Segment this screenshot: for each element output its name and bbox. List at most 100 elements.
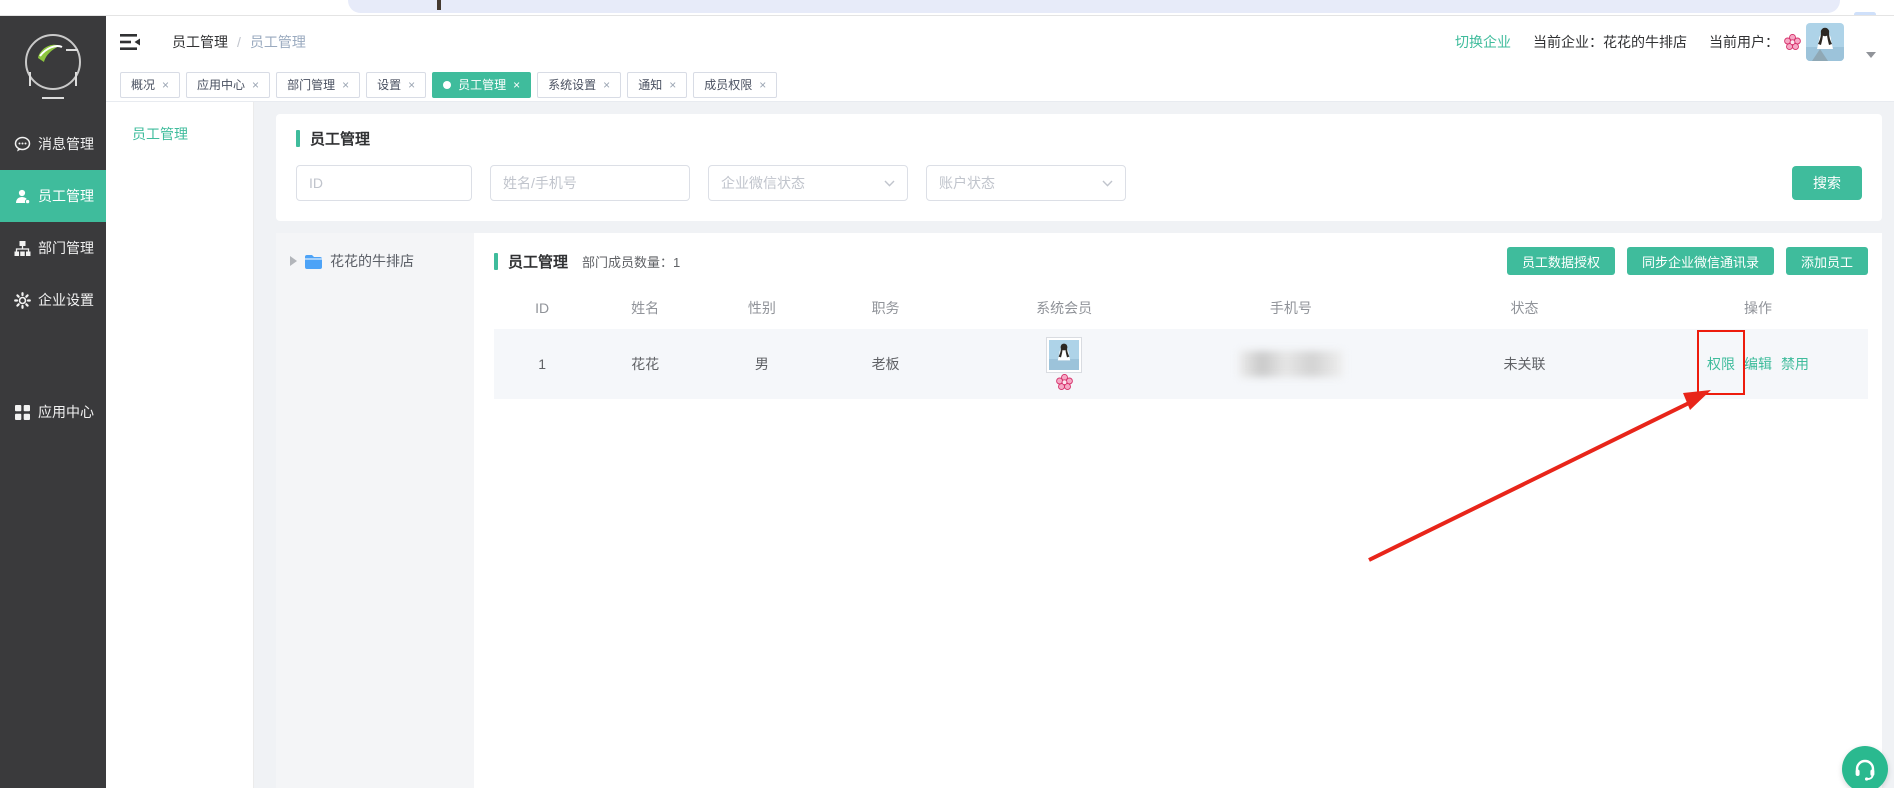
collapse-menu-icon[interactable] (120, 33, 142, 51)
account-status-select[interactable]: 账户状态 (926, 165, 1126, 201)
sidebar-item-label: 员工管理 (38, 186, 94, 206)
tab-overview[interactable]: 概况× (120, 72, 180, 98)
tab-app-center[interactable]: 应用中心× (186, 72, 270, 98)
close-icon[interactable]: × (162, 79, 169, 91)
column-header-id: ID (494, 300, 590, 316)
browser-chrome-strip (0, 0, 1894, 16)
search-panel: 员工管理 企业微信状态 账户状态 (276, 114, 1882, 221)
sidebar-item-departments[interactable]: 部门管理 (0, 222, 106, 274)
column-header-status: 状态 (1401, 298, 1648, 318)
section-accent-bar (494, 253, 498, 270)
tab-system-settings[interactable]: 系统设置× (537, 72, 621, 98)
close-icon[interactable]: × (408, 79, 415, 91)
close-icon[interactable]: × (342, 79, 349, 91)
name-phone-filter-input[interactable] (490, 165, 690, 201)
disable-action-link[interactable]: 禁用 (1781, 354, 1809, 374)
secondary-sidebar: 员工管理 (106, 102, 254, 788)
column-header-job: 职务 (824, 298, 948, 318)
sidebar-item-employees[interactable]: 员工管理 (0, 170, 106, 222)
current-user[interactable]: 当前用户： (1709, 23, 1844, 61)
breadcrumb-item[interactable]: 员工管理 (172, 32, 228, 52)
close-icon[interactable]: × (759, 79, 766, 91)
breadcrumb-separator: / (237, 34, 241, 50)
annotation-arrow (1359, 380, 1719, 572)
sidebar-item-messages[interactable]: 消息管理 (0, 118, 106, 170)
tree-node-label: 花花的牛排店 (330, 251, 414, 271)
id-filter-input[interactable] (296, 165, 472, 201)
sidebar-item-label: 部门管理 (38, 238, 94, 258)
browser-extension-icon (1854, 12, 1876, 16)
table-header-row: ID 姓名 性别 职务 系统会员 手机号 状态 操作 (494, 287, 1868, 329)
tab-settings[interactable]: 设置× (366, 72, 426, 98)
tree-expand-caret-icon[interactable] (290, 256, 297, 266)
apps-icon (14, 404, 31, 421)
org-icon (14, 240, 31, 257)
employee-table-panel: 员工管理 部门成员数量：1 员工数据授权 同步企业微信通讯录 添加员工 (474, 233, 1882, 788)
user-menu-caret-icon[interactable] (1866, 52, 1876, 58)
column-header-phone: 手机号 (1181, 298, 1401, 318)
primary-sidebar: 消息管理 员工管理 部门管理 (0, 16, 106, 788)
breadcrumb-item: 员工管理 (250, 32, 306, 52)
sync-wechat-contacts-button[interactable]: 同步企业微信通讯录 (1627, 247, 1774, 275)
tab-member-permissions[interactable]: 成员权限× (693, 72, 777, 98)
search-panel-title: 员工管理 (310, 128, 370, 149)
column-header-gender: 性别 (700, 298, 824, 318)
secondary-sidebar-item-employees[interactable]: 员工管理 (106, 102, 253, 144)
table-panel-title: 员工管理 (508, 251, 568, 272)
cell-gender: 男 (700, 354, 824, 374)
blurred-phone-number (1239, 351, 1343, 377)
cell-job: 老板 (824, 354, 948, 374)
cell-actions: 权限 编辑 禁用 (1648, 354, 1868, 374)
sidebar-spacer (0, 326, 106, 386)
add-employee-button[interactable]: 添加员工 (1786, 247, 1868, 275)
column-header-name: 姓名 (590, 298, 700, 318)
breadcrumb: 员工管理 / 员工管理 (172, 32, 306, 52)
tab-departments[interactable]: 部门管理× (276, 72, 360, 98)
sidebar-item-label: 消息管理 (38, 134, 94, 154)
permission-action-link[interactable]: 权限 (1707, 356, 1735, 372)
top-header: 员工管理 / 员工管理 切换企业 当前企业：花花的牛排店 当前用户： (106, 16, 1894, 68)
current-user-label: 当前用户： (1709, 32, 1779, 52)
close-icon[interactable]: × (669, 79, 676, 91)
cell-phone (1181, 351, 1401, 377)
switch-company-link[interactable]: 切换企业 (1455, 32, 1511, 52)
cell-status: 未关联 (1401, 354, 1648, 374)
search-button[interactable]: 搜索 (1792, 166, 1862, 200)
gear-icon (14, 292, 31, 309)
tree-node-root[interactable]: 花花的牛排店 (290, 251, 474, 271)
customer-service-button[interactable] (1842, 746, 1888, 788)
app-window: 消息管理 员工管理 部门管理 (0, 0, 1894, 788)
current-company: 当前企业：花花的牛排店 (1533, 32, 1687, 52)
chevron-down-icon (884, 180, 895, 187)
headset-icon (1853, 757, 1877, 781)
sidebar-item-app-center[interactable]: 应用中心 (0, 386, 106, 438)
flower-icon (1056, 374, 1073, 391)
employee-data-authorize-button[interactable]: 员工数据授权 (1507, 247, 1615, 275)
close-icon[interactable]: × (513, 79, 520, 91)
chat-icon (14, 136, 31, 153)
wechat-status-select[interactable]: 企业微信状态 (708, 165, 908, 201)
open-tabs-bar: 概况× 应用中心× 部门管理× 设置× 员工管理× 系统设置× 通知× 成员权限… (106, 68, 1894, 102)
cell-name: 花花 (590, 354, 700, 374)
tab-employees-active[interactable]: 员工管理× (432, 72, 531, 98)
close-icon[interactable]: × (603, 79, 610, 91)
user-avatar[interactable] (1806, 23, 1844, 61)
member-avatar[interactable] (1046, 337, 1082, 373)
table-row: 1 花花 男 老板 (494, 329, 1868, 399)
column-header-actions: 操作 (1648, 298, 1868, 318)
cell-id: 1 (494, 356, 590, 372)
edit-action-link[interactable]: 编辑 (1744, 354, 1772, 374)
sidebar-item-label: 企业设置 (38, 290, 94, 310)
company-logo (0, 16, 106, 118)
browser-address-bar[interactable] (348, 0, 1840, 13)
tab-notifications[interactable]: 通知× (627, 72, 687, 98)
column-header-system-member: 系统会员 (947, 298, 1181, 318)
text-caret (437, 0, 441, 10)
active-tab-dot (443, 81, 451, 89)
folder-icon (304, 254, 323, 269)
flower-icon (1784, 34, 1801, 51)
employee-icon (14, 188, 31, 205)
sidebar-item-company-settings[interactable]: 企业设置 (0, 274, 106, 326)
member-count: 部门成员数量：1 (582, 252, 680, 271)
close-icon[interactable]: × (252, 79, 259, 91)
